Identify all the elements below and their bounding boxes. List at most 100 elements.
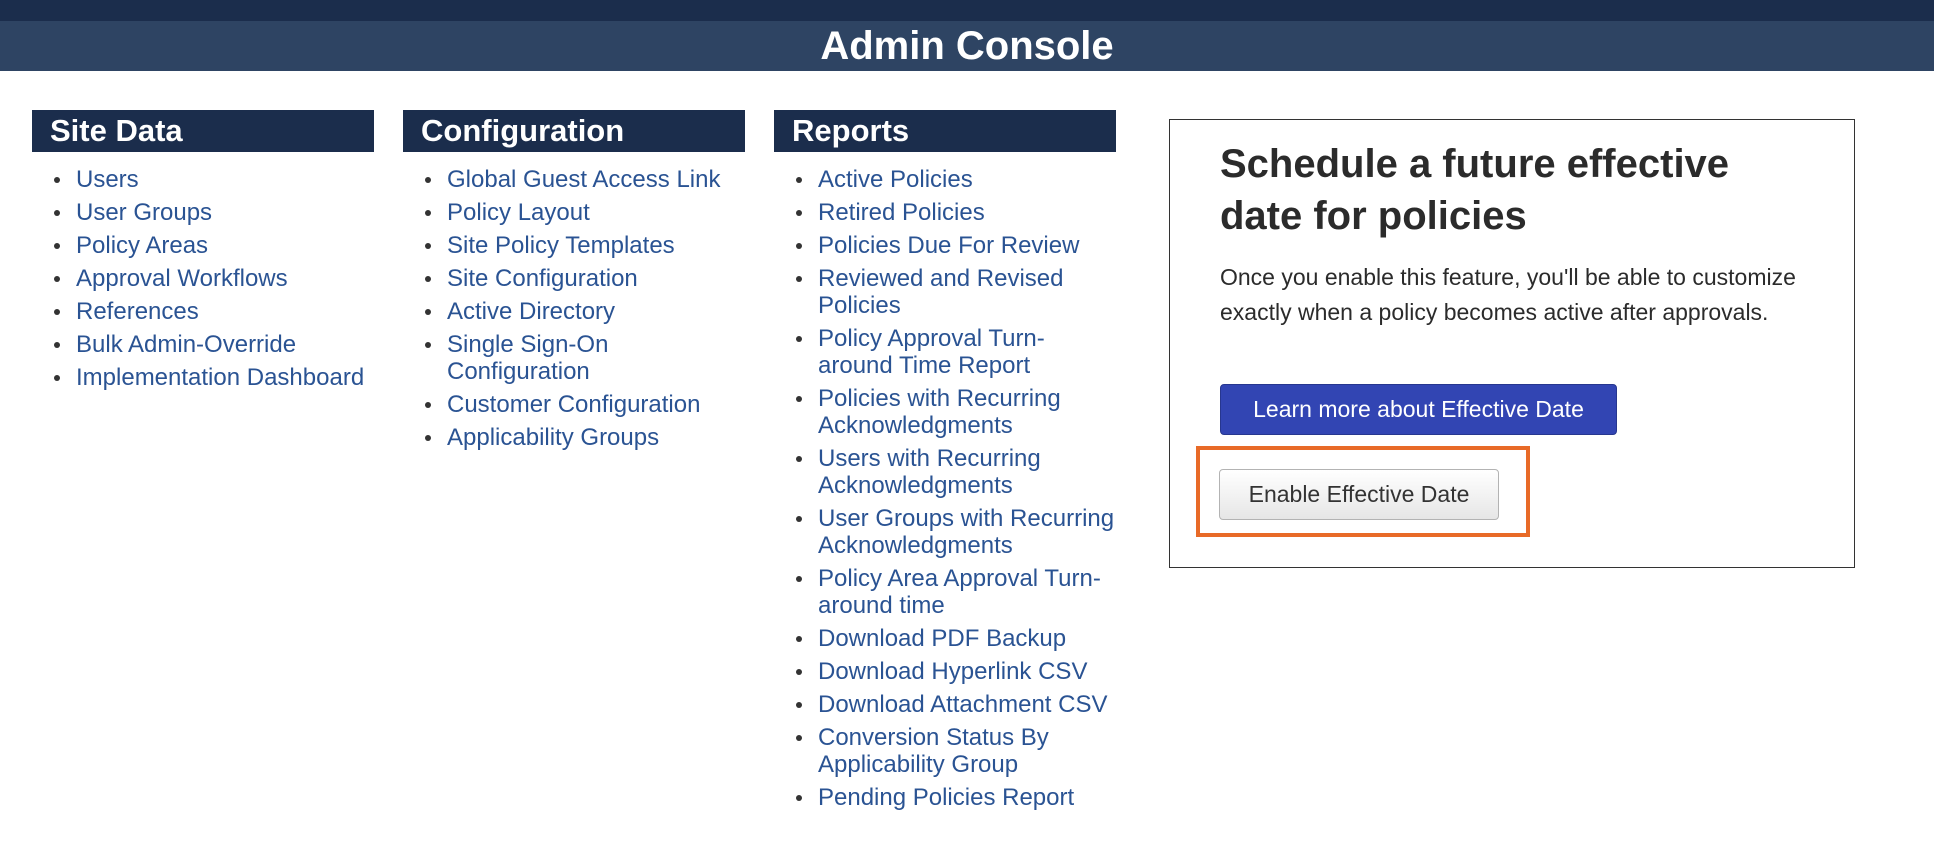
link-policy-areas[interactable]: Policy Areas (76, 232, 208, 259)
list-item: Active Directory (403, 298, 745, 325)
link-site-configuration[interactable]: Site Configuration (447, 265, 638, 292)
list-item: User Groups with Recurring Acknowledgmen… (774, 505, 1116, 559)
list-item: Conversion Status By Applicability Group (774, 724, 1116, 778)
link-download-attachment-csv[interactable]: Download Attachment CSV (818, 691, 1108, 718)
list-item: Download Hyperlink CSV (774, 658, 1116, 685)
list-item: Users (32, 166, 374, 193)
link-approval-turnaround-report[interactable]: Policy Approval Turn-around Time Report (818, 325, 1045, 379)
link-policies-recurring-ack[interactable]: Policies with Recurring Acknowledgments (818, 385, 1061, 439)
site-data-section: Site Data Users User Groups Policy Areas… (32, 110, 374, 397)
bullet-icon (54, 309, 60, 315)
list-item: Download PDF Backup (774, 625, 1116, 652)
list-item: Pending Policies Report (774, 784, 1116, 811)
reports-section: Reports Active Policies Retired Policies… (774, 110, 1116, 817)
bullet-icon (796, 516, 802, 522)
list-item: Policies with Recurring Acknowledgments (774, 385, 1116, 439)
list-item: User Groups (32, 199, 374, 226)
bullet-icon (796, 702, 802, 708)
bullet-icon (796, 795, 802, 801)
list-item: Users with Recurring Acknowledgments (774, 445, 1116, 499)
site-data-list: Users User Groups Policy Areas Approval … (32, 166, 374, 391)
list-item: Implementation Dashboard (32, 364, 374, 391)
bullet-icon (796, 636, 802, 642)
bullet-icon (425, 309, 431, 315)
link-customer-configuration[interactable]: Customer Configuration (447, 391, 700, 418)
link-conversion-status[interactable]: Conversion Status By Applicability Group (818, 724, 1049, 778)
bullet-icon (54, 177, 60, 183)
link-users[interactable]: Users (76, 166, 139, 193)
list-item: Site Configuration (403, 265, 745, 292)
list-item: Policy Area Approval Turn-around time (774, 565, 1116, 619)
link-single-sign-on[interactable]: Single Sign-On Configuration (447, 331, 608, 385)
learn-more-button[interactable]: Learn more about Effective Date (1220, 384, 1617, 435)
list-item: Policy Approval Turn-around Time Report (774, 325, 1116, 379)
list-item: Download Attachment CSV (774, 691, 1116, 718)
list-item: Site Policy Templates (403, 232, 745, 259)
link-users-recurring-ack[interactable]: Users with Recurring Acknowledgments (818, 445, 1041, 499)
bullet-icon (425, 435, 431, 441)
link-user-groups[interactable]: User Groups (76, 199, 212, 226)
site-data-heading: Site Data (32, 110, 374, 152)
list-item: Bulk Admin-Override (32, 331, 374, 358)
link-reviewed-revised-policies[interactable]: Reviewed and Revised Policies (818, 265, 1063, 319)
link-references[interactable]: References (76, 298, 199, 325)
title-bar: Admin Console (0, 21, 1934, 71)
link-policies-due-for-review[interactable]: Policies Due For Review (818, 232, 1079, 259)
configuration-heading: Configuration (403, 110, 745, 152)
bullet-icon (425, 243, 431, 249)
list-item: Active Policies (774, 166, 1116, 193)
bullet-icon (54, 243, 60, 249)
bullet-icon (796, 336, 802, 342)
list-item: Policy Areas (32, 232, 374, 259)
bullet-icon (796, 396, 802, 402)
bullet-icon (796, 210, 802, 216)
bullet-icon (425, 402, 431, 408)
bullet-icon (425, 276, 431, 282)
effective-date-title: Schedule a future effective date for pol… (1220, 142, 1730, 238)
link-implementation-dashboard[interactable]: Implementation Dashboard (76, 364, 364, 391)
link-active-policies[interactable]: Active Policies (818, 166, 973, 193)
list-item: Single Sign-On Configuration (403, 331, 745, 385)
bullet-icon (54, 342, 60, 348)
bullet-icon (796, 177, 802, 183)
bullet-icon (425, 177, 431, 183)
enable-effective-date-button[interactable]: Enable Effective Date (1219, 469, 1499, 520)
list-item: Retired Policies (774, 199, 1116, 226)
reports-heading: Reports (774, 110, 1116, 152)
list-item: Reviewed and Revised Policies (774, 265, 1116, 319)
bullet-icon (54, 276, 60, 282)
link-applicability-groups[interactable]: Applicability Groups (447, 424, 659, 451)
bullet-icon (796, 669, 802, 675)
bullet-icon (54, 375, 60, 381)
list-item: Policies Due For Review (774, 232, 1116, 259)
link-policy-layout[interactable]: Policy Layout (447, 199, 590, 226)
configuration-list: Global Guest Access Link Policy Layout S… (403, 166, 745, 451)
list-item: Customer Configuration (403, 391, 745, 418)
link-retired-policies[interactable]: Retired Policies (818, 199, 985, 226)
link-download-hyperlink-csv[interactable]: Download Hyperlink CSV (818, 658, 1087, 685)
list-item: Policy Layout (403, 199, 745, 226)
link-policy-area-approval-turnaround[interactable]: Policy Area Approval Turn-around time (818, 565, 1101, 619)
link-user-groups-recurring-ack[interactable]: User Groups with Recurring Acknowledgmen… (818, 505, 1114, 559)
top-strip (0, 0, 1934, 21)
list-item: Applicability Groups (403, 424, 745, 451)
link-site-policy-templates[interactable]: Site Policy Templates (447, 232, 675, 259)
link-pending-policies-report[interactable]: Pending Policies Report (818, 784, 1074, 811)
link-bulk-admin-override[interactable]: Bulk Admin-Override (76, 331, 296, 358)
bullet-icon (796, 735, 802, 741)
link-global-guest-access[interactable]: Global Guest Access Link (447, 166, 720, 193)
reports-list: Active Policies Retired Policies Policie… (774, 166, 1116, 811)
bullet-icon (425, 342, 431, 348)
link-approval-workflows[interactable]: Approval Workflows (76, 265, 288, 292)
list-item: Approval Workflows (32, 265, 374, 292)
page-title: Admin Console (820, 24, 1114, 68)
link-active-directory[interactable]: Active Directory (447, 298, 615, 325)
effective-date-description: Once you enable this feature, you'll be … (1220, 264, 1796, 325)
list-item: References (32, 298, 374, 325)
bullet-icon (54, 210, 60, 216)
link-download-pdf-backup[interactable]: Download PDF Backup (818, 625, 1066, 652)
bullet-icon (796, 276, 802, 282)
configuration-section: Configuration Global Guest Access Link P… (403, 110, 745, 457)
bullet-icon (796, 576, 802, 582)
bullet-icon (796, 243, 802, 249)
